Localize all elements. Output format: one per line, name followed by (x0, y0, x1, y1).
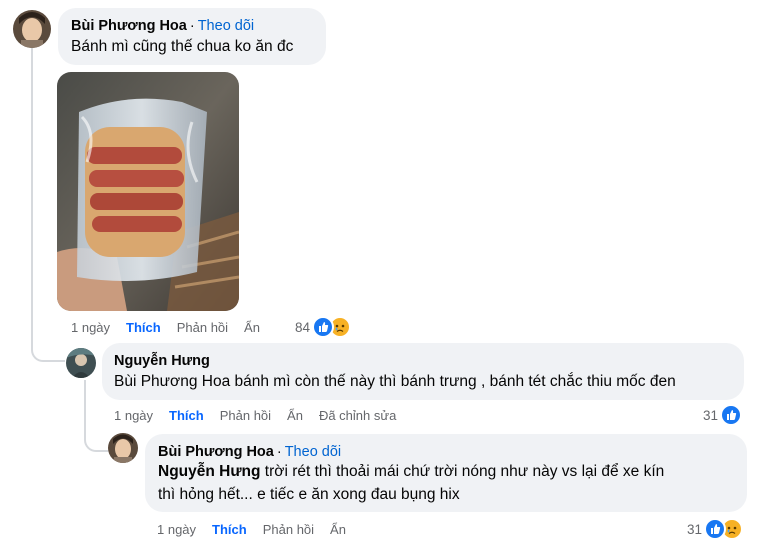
reaction-summary[interactable]: 84 (295, 316, 352, 338)
like-button[interactable]: Thích (126, 320, 161, 335)
follow-button[interactable]: Theo dõi (198, 18, 254, 34)
avatar[interactable] (66, 348, 96, 378)
comment-bubble: Nguyễn Hưng Bùi Phương Hoa bánh mì còn t… (102, 343, 744, 400)
reaction-count: 31 (687, 521, 703, 537)
comment-text: Nguyễn Hưng trời rét thì thoải mái chứ t… (158, 461, 664, 483)
like-icon (720, 404, 743, 426)
hide-button[interactable]: Ẩn (330, 522, 346, 537)
hide-button[interactable]: Ẩn (244, 320, 260, 335)
avatar[interactable] (13, 10, 51, 48)
thread-elbow-reply2 (84, 425, 108, 452)
sausage-bread-photo (57, 72, 239, 311)
avatar-image (66, 348, 96, 378)
comment-photo[interactable] (57, 72, 239, 311)
like-button[interactable]: Thích (212, 522, 247, 537)
comment-bubble: Bùi Phương Hoa · Theo dõi Nguyễn Hưng trời… (145, 434, 747, 512)
comment-time[interactable]: 1 ngày (71, 320, 110, 335)
like-icon (704, 518, 727, 540)
comment-author[interactable]: Bùi Phương Hoa (158, 444, 274, 460)
comment-time[interactable]: 1 ngày (114, 408, 153, 423)
follow-button[interactable]: Theo dõi (285, 444, 341, 460)
edited-label: Đã chỉnh sửa (318, 408, 397, 423)
like-icon (312, 316, 335, 338)
comment-text: Bánh mì cũng thế chua ko ăn đc (71, 38, 294, 55)
comment-actions: 1 ngày Thích Phản hồi Ẩn (71, 320, 276, 335)
reaction-summary[interactable]: 31 (703, 404, 743, 426)
comment-text-line1: trời rét thì thoải mái chứ trời nóng như… (260, 463, 665, 480)
reaction-count: 84 (295, 319, 311, 335)
reaction-count: 31 (703, 407, 719, 423)
comment-author[interactable]: Nguyễn Hưng (114, 353, 210, 369)
reaction-summary[interactable]: 31 (687, 518, 744, 540)
reply-button[interactable]: Phản hồi (220, 408, 271, 423)
avatar-image (108, 433, 138, 463)
avatar-image (13, 10, 51, 48)
like-button[interactable]: Thích (169, 408, 204, 423)
comment-text: Bùi Phương Hoa bánh mì còn thế này thì b… (114, 373, 676, 390)
reply-button[interactable]: Phản hồi (263, 522, 314, 537)
comment-actions: 1 ngày Thích Phản hồi Ẩn Đã chỉnh sửa (114, 408, 412, 423)
mention-link[interactable]: Nguyễn Hưng (158, 463, 261, 480)
avatar[interactable] (108, 433, 138, 463)
comment-author[interactable]: Bùi Phương Hoa (71, 18, 187, 34)
comment-time[interactable]: 1 ngày (157, 522, 196, 537)
hide-button[interactable]: Ẩn (287, 408, 303, 423)
comment-bubble: Bùi Phương Hoa · Theo dõi Bánh mì cũng thế… (58, 8, 326, 65)
reply-button[interactable]: Phản hồi (177, 320, 228, 335)
thread-line-main (31, 48, 33, 348)
comment-text-line2: thì hỏng hết... e tiếc e ăn xong đau bụn… (158, 486, 460, 503)
comment-actions: 1 ngày Thích Phản hồi Ẩn (157, 522, 362, 537)
thread-elbow-reply1 (31, 330, 65, 362)
